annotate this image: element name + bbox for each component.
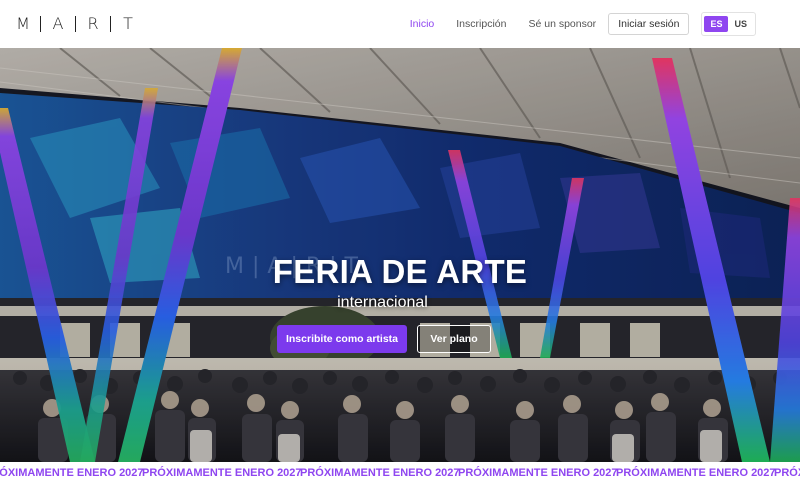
language-switcher: ES US (701, 12, 756, 36)
nav-item-inicio[interactable]: Inicio (410, 18, 435, 30)
ticker-text: PRÓXIMAMENTE ENERO 2027 (458, 467, 618, 479)
ticker-text: PRÓXIMAMENTE ENERO 2027 (0, 467, 144, 479)
site-header: M A R T Inicio Inscripción Sé un sponsor… (0, 0, 800, 48)
main-nav: Inicio Inscripción Sé un sponsor Iniciar… (388, 0, 756, 48)
ticker-text: PRÓXIMAMENTE ENERO 2027 (142, 467, 302, 479)
logo-letter: T (123, 14, 133, 33)
logo-divider (40, 15, 41, 32)
hero-subtitle: internacional (337, 294, 428, 311)
language-es-button[interactable]: ES (704, 16, 729, 32)
ticker-item: PRÓXIMAMENTE ENERO 2027· (0, 467, 153, 479)
view-map-button[interactable]: Ver plano (417, 325, 491, 353)
ticker-text: PRÓXIMAMENTE ENERO 2027 (616, 467, 776, 479)
nav-item-inscripcion[interactable]: Inscripción (456, 18, 506, 30)
ticker-item: PRÓXIMAMENTE ENERO 2027· (774, 467, 800, 479)
logo-letter: M (16, 14, 30, 33)
ticker-item: PRÓXIMAMENTE ENERO 2027· (300, 467, 469, 479)
logo-letter: A (52, 14, 64, 33)
brand-logo[interactable]: M A R T (16, 14, 135, 33)
announcement-ticker: PRÓXIMAMENTE ENERO 2027·PRÓXIMAMENTE ENE… (0, 462, 800, 485)
logo-letter: R (87, 14, 99, 33)
hero-section: M|A|R|T FERIA DE ARTE internacional Insc… (0, 48, 800, 462)
login-button[interactable]: Iniciar sesión (608, 13, 690, 35)
ticker-item: PRÓXIMAMENTE ENERO 2027· (458, 467, 627, 479)
hero-title: FERIA DE ARTE (272, 253, 528, 290)
logo-divider (110, 15, 111, 32)
ticker-track: PRÓXIMAMENTE ENERO 2027·PRÓXIMAMENTE ENE… (0, 467, 800, 479)
language-us-button[interactable]: US (728, 16, 753, 32)
ticker-text: PRÓXIMAMENTE ENERO 2027 (774, 467, 800, 479)
ticker-item: PRÓXIMAMENTE ENERO 2027· (142, 467, 311, 479)
register-artist-button[interactable]: Inscribite como artista (277, 325, 407, 353)
logo-divider (75, 15, 76, 32)
nav-item-sponsor[interactable]: Sé un sponsor (528, 18, 596, 30)
ticker-text: PRÓXIMAMENTE ENERO 2027 (300, 467, 460, 479)
ticker-item: PRÓXIMAMENTE ENERO 2027· (616, 467, 785, 479)
